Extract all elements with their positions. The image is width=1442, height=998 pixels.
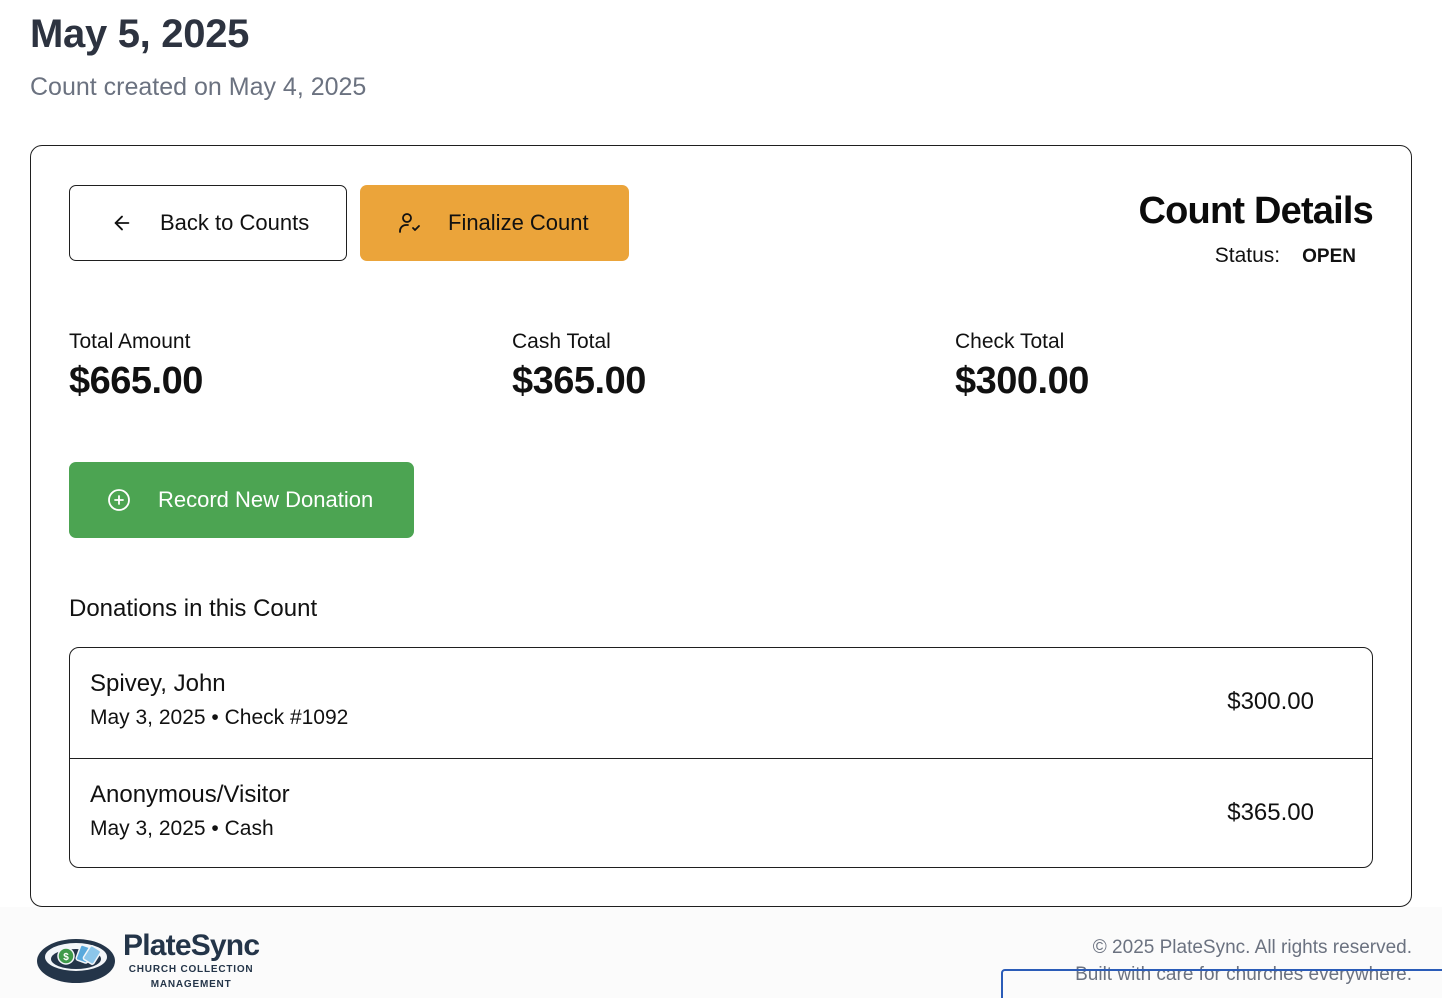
cash-total-stat: Cash Total $365.00 — [512, 330, 646, 403]
status-label: Status: — [1214, 244, 1281, 267]
logo-tagline-2: MANAGEMENT — [150, 979, 232, 990]
collection-plate-icon: $ — [35, 929, 117, 992]
donation-row[interactable]: Anonymous/Visitor May 3, 2025 • Cash $36… — [70, 758, 1372, 867]
record-new-donation-button[interactable]: Record New Donation — [69, 462, 414, 538]
donor-name: Anonymous/Visitor — [90, 781, 290, 808]
finalize-count-label: Finalize Count — [448, 210, 589, 235]
page-title: May 5, 2025 — [30, 12, 250, 56]
cash-total-value: $365.00 — [512, 360, 646, 402]
total-amount-label: Total Amount — [69, 330, 191, 353]
user-check-icon — [398, 211, 422, 235]
logo-brand-name: PlateSync — [123, 929, 260, 962]
check-total-label: Check Total — [955, 330, 1065, 353]
donation-row[interactable]: Spivey, John May 3, 2025 • Check #1092 $… — [70, 648, 1372, 758]
back-to-counts-label: Back to Counts — [160, 210, 310, 235]
total-amount-value: $665.00 — [69, 360, 203, 402]
status-row: Status: OPEN — [1215, 244, 1356, 268]
svg-text:$: $ — [63, 952, 69, 963]
footer: $ PlateSync CHURCH COLLECTION MANAGEMENT… — [0, 907, 1442, 998]
record-new-donation-label: Record New Donation — [158, 487, 374, 512]
page-subtitle: Count created on May 4, 2025 — [30, 73, 367, 101]
logo-text: PlateSync CHURCH COLLECTION MANAGEMENT — [123, 929, 260, 991]
donation-meta: May 3, 2025 • Cash — [90, 817, 274, 840]
selection-overlay — [1001, 969, 1442, 998]
donation-amount: $300.00 — [1227, 688, 1314, 715]
copyright-text: © 2025 PlateSync. All rights reserved. — [1092, 937, 1412, 958]
platesync-logo[interactable]: $ PlateSync CHURCH COLLECTION MANAGEMENT — [35, 929, 260, 992]
status-badge: OPEN — [1302, 246, 1356, 267]
count-details-card: Back to Counts Finalize Count Count Deta… — [30, 145, 1412, 907]
donor-name: Spivey, John — [90, 670, 226, 697]
check-total-stat: Check Total $300.00 — [955, 330, 1089, 403]
finalize-count-button[interactable]: Finalize Count — [360, 185, 629, 261]
donation-meta: May 3, 2025 • Check #1092 — [90, 706, 349, 729]
donations-list: Spivey, John May 3, 2025 • Check #1092 $… — [69, 647, 1373, 868]
arrow-left-icon — [110, 211, 134, 235]
donations-heading: Donations in this Count — [69, 595, 318, 622]
cash-total-label: Cash Total — [512, 330, 611, 353]
total-amount-stat: Total Amount $665.00 — [69, 330, 203, 403]
logo-tagline-1: CHURCH COLLECTION — [128, 964, 254, 975]
count-details-title: Count Details — [1138, 190, 1373, 232]
back-to-counts-button[interactable]: Back to Counts — [69, 185, 347, 261]
check-total-value: $300.00 — [955, 360, 1089, 402]
plus-circle-icon — [107, 488, 131, 512]
donation-amount: $365.00 — [1227, 799, 1314, 826]
